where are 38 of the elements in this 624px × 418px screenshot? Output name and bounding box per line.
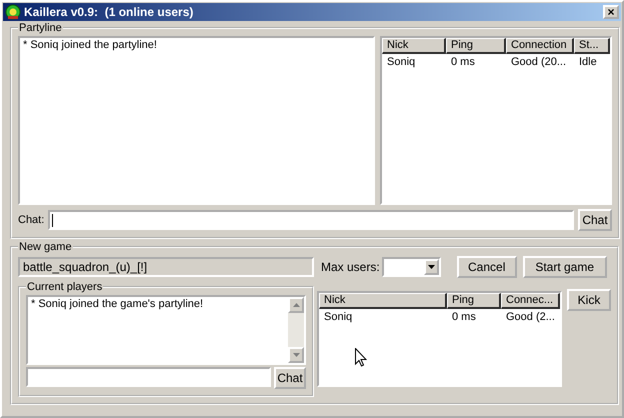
- scroll-down-icon: [292, 353, 300, 357]
- cancel-button[interactable]: Cancel: [456, 256, 517, 278]
- column-header[interactable]: Ping: [446, 38, 506, 54]
- column-header[interactable]: Connec...: [501, 293, 560, 309]
- table-cell-text: Soniq: [386, 56, 416, 68]
- game-name-field[interactable]: battle_squadron_(u)_[!]: [18, 257, 314, 277]
- scrollbar[interactable]: [288, 297, 304, 363]
- close-button[interactable]: ×: [603, 5, 619, 19]
- game-chat-input[interactable]: [26, 367, 271, 387]
- chat-message: * Soniq joined the partyline!: [23, 39, 158, 51]
- chat-button[interactable]: Chat: [274, 367, 306, 389]
- mouse-pointer-icon: [355, 348, 367, 367]
- table-cell-text: 0 ms: [451, 311, 477, 323]
- table-cell-text: 0 ms: [450, 56, 476, 68]
- chat-message: * Soniq joined the game's partyline!: [31, 298, 204, 310]
- chat-button[interactable]: Chat: [578, 209, 612, 231]
- app-icon: [5, 4, 21, 20]
- column-header[interactable]: Nick: [382, 38, 446, 54]
- start-game-button[interactable]: Start game: [522, 256, 607, 278]
- group-title: New game: [18, 241, 73, 253]
- chat-input[interactable]: [48, 210, 574, 230]
- table-cell-text: Good (20...: [510, 56, 568, 68]
- column-header[interactable]: Nick: [319, 293, 447, 309]
- max-users-label: Max users:: [321, 260, 380, 274]
- table-cell-text: Soniq: [323, 311, 354, 323]
- column-header[interactable]: Connection: [506, 38, 574, 54]
- window-title: Kaillera v0.9: (1 online users): [24, 5, 194, 19]
- max-users-dropdown[interactable]: [382, 257, 441, 277]
- table-cell-text: Good (2...: [505, 311, 556, 323]
- chat-label: Chat:: [18, 214, 44, 226]
- column-header[interactable]: Ping: [447, 293, 501, 309]
- column-header[interactable]: St...: [574, 38, 610, 54]
- group-title: Current players: [26, 281, 104, 293]
- group-title: Partyline: [18, 22, 63, 34]
- scroll-up-icon: [292, 303, 300, 307]
- dropdown-arrow-icon: [428, 265, 435, 269]
- table-cell-text: Idle: [578, 56, 598, 68]
- kick-button[interactable]: Kick: [567, 289, 611, 311]
